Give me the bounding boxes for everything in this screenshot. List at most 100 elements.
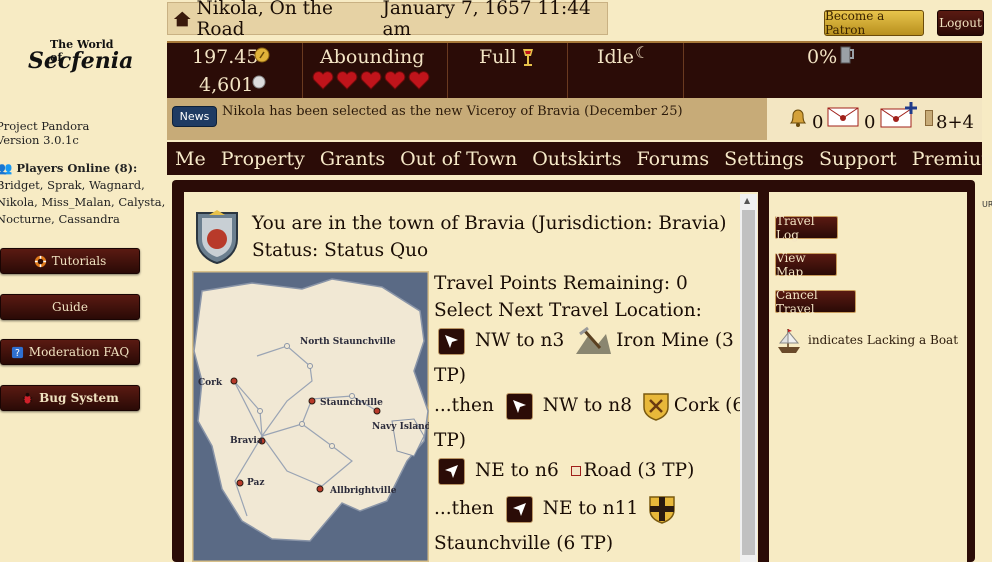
road-marker-icon (570, 466, 581, 476)
mail-count: 0 (864, 112, 876, 133)
staunchville-crest-icon (649, 496, 675, 524)
travel-ne-n11-button[interactable] (505, 495, 533, 523)
boat-icon (778, 329, 800, 353)
players-list-3[interactable]: Nocturne, Cassandra (0, 211, 120, 228)
health-stat[interactable]: Abounding (302, 43, 448, 98)
view-map-button[interactable]: View Map (775, 251, 837, 279)
heart-icon (312, 71, 334, 90)
right-panel (769, 192, 967, 562)
scroll-icon (925, 110, 933, 126)
option-2-direction: NW to n8 (542, 395, 632, 416)
logo-title: Secfenia (28, 48, 134, 74)
iron-mine-icon (576, 326, 612, 354)
option-1-destination: Iron Mine (3 (616, 330, 734, 351)
map-label-staunchville: Staunchville (320, 398, 383, 408)
travel-option-1: NW to n3 Iron Mine (3 (438, 323, 734, 358)
bug-system-button[interactable]: Bug System (0, 385, 140, 411)
cancel-travel-button[interactable]: Cancel Travel (775, 288, 856, 316)
cork-crest-icon (643, 393, 669, 421)
scroll-up-icon[interactable]: ▲ (744, 196, 750, 205)
moderation-faq-button[interactable]: ? Moderation FAQ (0, 339, 140, 365)
map-label-allbrightville: Allbrightville (329, 486, 397, 496)
mail-icon[interactable] (827, 106, 859, 128)
nav-support[interactable]: Support (819, 148, 897, 170)
nav-me[interactable]: Me (175, 148, 206, 170)
activity-stat[interactable]: Idle ☾ (567, 43, 684, 98)
activity-label: Idle (597, 46, 634, 68)
nav-settings[interactable]: Settings (724, 148, 804, 170)
gold-coin-icon (254, 47, 270, 63)
players-list-2[interactable]: Nikola, Miss_Malan, Calysta, (0, 194, 165, 211)
nav-property[interactable]: Property (221, 148, 305, 170)
nav-grants[interactable]: Grants (320, 148, 385, 170)
option-4-direction: NE to n11 (542, 498, 639, 519)
edge-text: UR (982, 200, 992, 209)
map-label-cork: Cork (198, 378, 223, 388)
town-crest-icon (196, 210, 238, 265)
drink-stat[interactable]: 0% (683, 43, 982, 98)
silver-value: 4,601 (199, 74, 254, 96)
option-2-destination: Cork (6 (673, 395, 745, 416)
travel-option-4: ...then NE to n11 (434, 491, 680, 526)
region-map[interactable]: North Staunchville Cork Staunchville Nav… (192, 271, 429, 562)
silver-coin-icon (252, 75, 266, 89)
nav-premium[interactable]: Premium (912, 148, 992, 170)
map-label-paz: Paz (247, 478, 264, 488)
option-3-direction: NE to n6 (475, 460, 559, 481)
counter-value: 8+4 (936, 112, 974, 133)
option-1-direction: NW to n3 (475, 330, 565, 351)
hearts-row (312, 70, 432, 95)
heart-icon (384, 71, 406, 90)
moon-icon: ☾ (635, 43, 650, 62)
become-patron-button[interactable]: Become a Patron (824, 9, 924, 37)
boat-legend-text: indicates Lacking a Boat (808, 333, 959, 347)
scrollbar-thumb[interactable] (742, 210, 755, 555)
bug-icon (22, 392, 33, 404)
nav-out-of-town[interactable]: Out of Town (400, 148, 517, 170)
travel-option-2: ...then NW to n8 Cork (6 (434, 388, 744, 423)
goblet-icon (523, 49, 533, 66)
map-label-bravia: Bravia (230, 436, 263, 446)
health-label: Abounding (320, 46, 425, 68)
tankard-icon (840, 46, 854, 64)
version-text: Version 3.0.1c (0, 133, 79, 147)
house-icon[interactable] (173, 9, 192, 29)
players-icon: 👥 (0, 161, 13, 175)
bell-icon[interactable] (787, 106, 809, 128)
map-label-navy-island: Navy Island (372, 422, 429, 432)
tutorials-button[interactable]: Tutorials (0, 248, 140, 274)
nav-forums[interactable]: Forums (637, 148, 710, 170)
location-bar: Nikola, On the Road January 7, 1657 11:4… (167, 0, 608, 40)
travel-log-button[interactable]: Travel Log (775, 214, 838, 242)
travel-option-3: NE to n6 Road (3 TP) (438, 453, 694, 488)
news-badge[interactable]: News (172, 106, 217, 127)
food-stat[interactable]: Full (447, 43, 568, 98)
nav-outskirts[interactable]: Outskirts (532, 148, 621, 170)
question-icon: ? (11, 346, 23, 359)
logout-button[interactable]: Logout (937, 10, 984, 36)
map-label-north-staunchville: North Staunchville (300, 337, 396, 347)
option-2-prefix: ...then (434, 395, 494, 416)
travel-nw-n3-button[interactable] (438, 327, 465, 355)
town-status-text: Status: Status Quo (252, 240, 429, 261)
news-text[interactable]: Nikola has been selected as the new Vice… (222, 104, 683, 119)
game-logo[interactable]: The World of Secfenia (28, 38, 133, 78)
new-mail-icon[interactable] (880, 101, 920, 129)
heart-icon (408, 71, 430, 90)
svg-text:?: ? (15, 348, 20, 359)
main-nav: Me Property Grants Out of Town Outskirts Foru… (167, 142, 992, 175)
money-stat[interactable]: 197.45 4,601 (167, 43, 303, 98)
option-3-destination: Road (3 TP) (583, 460, 695, 481)
players-list-1[interactable]: Bridget, Sprak, Wagnard, (0, 177, 145, 194)
travel-ne-n6-button[interactable] (438, 457, 465, 485)
travel-nw-n8-button[interactable] (505, 392, 533, 420)
heart-icon (336, 71, 358, 90)
notification-area: 0 0 8+4 (767, 98, 982, 140)
stats-bar: 197.45 4,601 Abounding Full Idle ☾ 0% (167, 41, 982, 100)
location-text[interactable]: Nikola, On the Road (197, 0, 373, 40)
money-value: 197.45 (192, 46, 259, 68)
guide-button[interactable]: Guide (0, 294, 140, 320)
drink-value: 0% (807, 46, 838, 68)
option-4-wrap: Staunchville (6 TP) (434, 533, 614, 554)
food-label: Full (479, 46, 517, 68)
